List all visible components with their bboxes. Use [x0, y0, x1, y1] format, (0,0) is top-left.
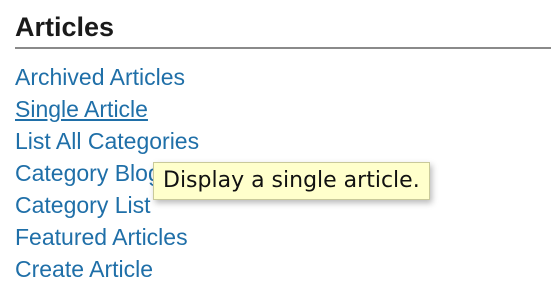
link-single-article[interactable]: Single Article — [15, 96, 148, 122]
menu-item: Single Article — [15, 93, 199, 125]
menu-item: Create Article — [15, 253, 199, 284]
link-list-all-categories[interactable]: List All Categories — [15, 128, 199, 154]
menu-item: Featured Articles — [15, 221, 199, 253]
link-archived-articles[interactable]: Archived Articles — [15, 64, 185, 90]
link-category-blog[interactable]: Category Blog — [15, 160, 161, 186]
link-featured-articles[interactable]: Featured Articles — [15, 224, 188, 250]
link-category-list[interactable]: Category List — [15, 192, 151, 218]
menu-item: List All Categories — [15, 125, 199, 157]
articles-menu-panel: Articles Archived Articles Single Articl… — [0, 0, 551, 284]
section-heading: Articles — [15, 12, 115, 42]
link-create-article[interactable]: Create Article — [15, 256, 153, 282]
heading-divider — [15, 47, 551, 49]
menu-item: Archived Articles — [15, 61, 199, 93]
tooltip: Display a single article. — [153, 162, 430, 200]
